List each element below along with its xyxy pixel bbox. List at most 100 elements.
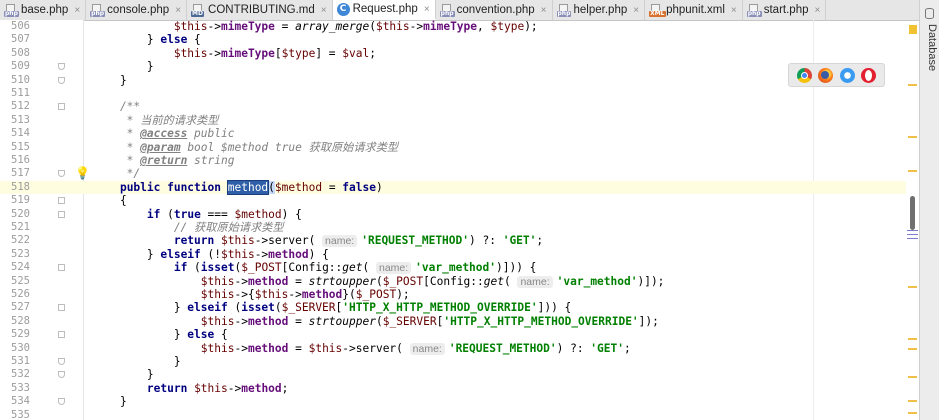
editor-tab-bar: php base.php × php console.php × MD CONTRIBUTIN… xyxy=(0,0,919,21)
code-line[interactable]: 525 $this->method = strtoupper($_POST[Co… xyxy=(0,275,906,288)
warning-marker[interactable] xyxy=(908,338,917,340)
code-token: )])) { xyxy=(496,261,537,275)
code-line[interactable]: 523 } elseif (!$this->method) { xyxy=(0,248,906,261)
opera-icon[interactable] xyxy=(860,67,876,83)
tab-label: console.php xyxy=(107,4,170,16)
code-line[interactable]: 516 * @return string xyxy=(0,154,906,167)
fold-marker-icon[interactable] xyxy=(58,264,65,272)
fold-marker-icon[interactable] xyxy=(58,331,65,339)
usage-marker[interactable] xyxy=(907,230,918,231)
code-line[interactable]: 533 return $this->method; xyxy=(0,382,906,395)
database-tool-window-button[interactable]: Database xyxy=(922,24,938,71)
code-line[interactable]: 518 public function method($method = fal… xyxy=(0,179,906,195)
warning-marker[interactable] xyxy=(908,376,917,378)
intention-lightbulb-icon[interactable]: 💡 xyxy=(75,167,90,180)
tab-start-php[interactable]: php start.php × xyxy=(743,0,827,20)
warning-marker[interactable] xyxy=(908,136,917,138)
warning-marker[interactable] xyxy=(908,412,917,414)
code-line[interactable]: 507 } else { xyxy=(0,33,906,46)
close-icon[interactable]: × xyxy=(633,5,639,16)
code-line[interactable]: 521 // 获取原始请求类型 xyxy=(0,221,906,234)
tab-phpunit-xml[interactable]: XML phpunit.xml × xyxy=(645,0,743,20)
close-icon[interactable]: × xyxy=(731,5,737,16)
fold-marker-icon[interactable] xyxy=(58,103,65,111)
parameter-hint: name: xyxy=(322,235,358,248)
code-line[interactable]: 529 } else { xyxy=(0,328,906,341)
warning-marker[interactable] xyxy=(908,286,917,288)
vertical-scrollbar-thumb[interactable] xyxy=(910,196,915,230)
code-line[interactable]: 535 xyxy=(0,409,906,420)
close-icon[interactable]: × xyxy=(74,5,80,16)
usage-marker[interactable] xyxy=(907,234,918,235)
code-line[interactable]: 509 } xyxy=(0,60,906,73)
code-line[interactable]: 534 } xyxy=(0,395,906,408)
tab-request-php[interactable]: C Request.php × xyxy=(332,0,436,20)
warning-marker[interactable] xyxy=(908,170,917,172)
code-token: } xyxy=(93,60,154,74)
code-line[interactable]: 517 💡 */ xyxy=(0,167,906,181)
code-line[interactable]: 514 * @access public xyxy=(0,127,906,140)
code-line[interactable]: 510 } xyxy=(0,74,906,87)
close-icon[interactable]: × xyxy=(814,5,820,16)
code-text: return $this->method; xyxy=(93,382,289,395)
code-line[interactable]: 506 $this->mimeType = array_merge($this-… xyxy=(0,20,906,33)
code-line[interactable]: 532 } xyxy=(0,368,906,381)
warning-marker[interactable] xyxy=(908,400,917,402)
keyword: if xyxy=(173,261,188,275)
close-icon[interactable]: × xyxy=(175,5,181,16)
code-line[interactable]: 513 * 当前的请求类型 xyxy=(0,114,906,127)
code-token: ->server( xyxy=(342,341,410,355)
close-icon[interactable]: × xyxy=(541,5,547,16)
fold-marker-icon[interactable] xyxy=(58,197,65,205)
code-line[interactable]: 531 } xyxy=(0,355,906,368)
fold-marker-icon[interactable] xyxy=(58,398,65,406)
code-token: -> xyxy=(234,341,248,355)
code-line[interactable]: 511 xyxy=(0,87,906,100)
code-line[interactable]: 520 if (true === $method) { xyxy=(0,208,906,221)
fold-marker-icon[interactable] xyxy=(58,358,65,365)
code-token: [Config:: xyxy=(281,261,343,275)
fold-marker-icon[interactable] xyxy=(58,210,65,218)
field: method xyxy=(247,274,289,288)
code-token: { xyxy=(187,33,201,47)
chrome-icon[interactable] xyxy=(797,67,813,83)
code-token: , xyxy=(477,20,491,33)
code-editor[interactable]: 506 $this->mimeType = array_merge($this-… xyxy=(0,20,906,420)
tab-convention-php[interactable]: php convention.php × xyxy=(436,0,553,20)
tab-contributing-md[interactable]: MD CONTRIBUTING.md × xyxy=(187,0,333,20)
close-icon[interactable]: × xyxy=(424,4,430,15)
line-number: 507 xyxy=(11,33,30,46)
tab-base-php[interactable]: php base.php × xyxy=(0,0,87,20)
line-number: 535 xyxy=(11,408,30,420)
code-line[interactable]: 530 $this->method = $this->server( name:… xyxy=(0,342,906,355)
function-call: array_merge xyxy=(295,20,370,33)
code-line[interactable]: 526 $this->{$this->method}($_POST); xyxy=(0,288,906,301)
usage-marker[interactable] xyxy=(907,238,918,239)
warning-marker[interactable] xyxy=(908,84,917,86)
code-line[interactable]: 508 $this->mimeType[$type] = $val; xyxy=(0,47,906,60)
code-line[interactable]: 524 if (isset($_POST[Config::get( name: '… xyxy=(0,261,906,275)
close-icon[interactable]: × xyxy=(321,5,327,16)
fold-marker-icon[interactable] xyxy=(58,371,65,379)
error-stripe[interactable] xyxy=(906,20,919,420)
tab-console-php[interactable]: php console.php × xyxy=(86,0,188,20)
code-token: }( xyxy=(342,288,356,301)
warning-marker[interactable] xyxy=(908,348,917,350)
fold-marker-icon[interactable] xyxy=(58,76,65,84)
fold-marker-icon[interactable] xyxy=(58,63,65,71)
inspection-status-icon[interactable] xyxy=(909,25,917,34)
code-line[interactable]: 512 /** xyxy=(0,100,906,113)
php-class-file-icon: C xyxy=(336,2,350,16)
code-line[interactable]: 519 { xyxy=(0,194,906,207)
safari-icon[interactable] xyxy=(839,67,855,83)
code-line[interactable]: 527 } elseif (isset($_SERVER['HTTP_X_HTT… xyxy=(0,301,906,314)
code-token: } xyxy=(93,395,127,409)
tab-helper-php[interactable]: php helper.php × xyxy=(553,0,646,20)
firefox-icon[interactable] xyxy=(818,67,834,83)
code-line[interactable]: 522 return $this->server( name: 'REQUEST_… xyxy=(0,234,906,248)
code-line[interactable]: 515 * @param bool $method true 获取原始请求类型 xyxy=(0,141,906,154)
fold-marker-icon[interactable] xyxy=(58,304,65,312)
fold-marker-icon[interactable] xyxy=(58,170,65,178)
code-token: = xyxy=(288,274,309,288)
code-line[interactable]: 528 $this->method = strtoupper($_SERVER[… xyxy=(0,315,906,328)
